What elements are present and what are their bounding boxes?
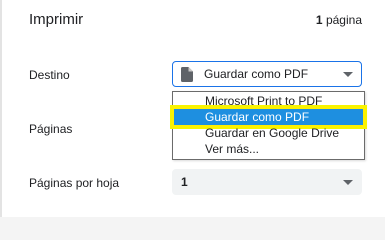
page-count-unit: página	[325, 13, 362, 27]
chevron-down-icon	[343, 72, 353, 77]
option-ver-mas[interactable]: Ver más...	[174, 141, 363, 157]
pages-per-sheet-value: 1	[181, 175, 188, 189]
pages-per-sheet-label: Páginas por hoja	[29, 176, 120, 190]
page-count-number: 1	[315, 13, 323, 27]
option-microsoft-print-to-pdf[interactable]: Microsoft Print to PDF	[174, 93, 363, 109]
destination-dropdown-list: Microsoft Print to PDF Guardar como PDF …	[172, 91, 365, 160]
destination-select[interactable]: Guardar como PDF	[172, 61, 362, 87]
chevron-down-icon	[343, 180, 353, 185]
pages-per-sheet-select[interactable]: 1	[172, 169, 362, 195]
document-icon	[181, 67, 193, 82]
option-guardar-como-pdf[interactable]: Guardar como PDF	[172, 107, 365, 127]
dialog-title: Imprimir	[29, 11, 84, 28]
page-count: 1 página	[316, 12, 362, 28]
option-guardar-en-google-drive[interactable]: Guardar en Google Drive	[174, 125, 363, 141]
pages-label: Páginas	[29, 122, 73, 136]
destination-select-value: Guardar como PDF	[204, 67, 309, 81]
print-dialog-panel: Imprimir 1 página Destino Guardar como P…	[0, 0, 385, 217]
destination-label: Destino	[29, 68, 70, 82]
